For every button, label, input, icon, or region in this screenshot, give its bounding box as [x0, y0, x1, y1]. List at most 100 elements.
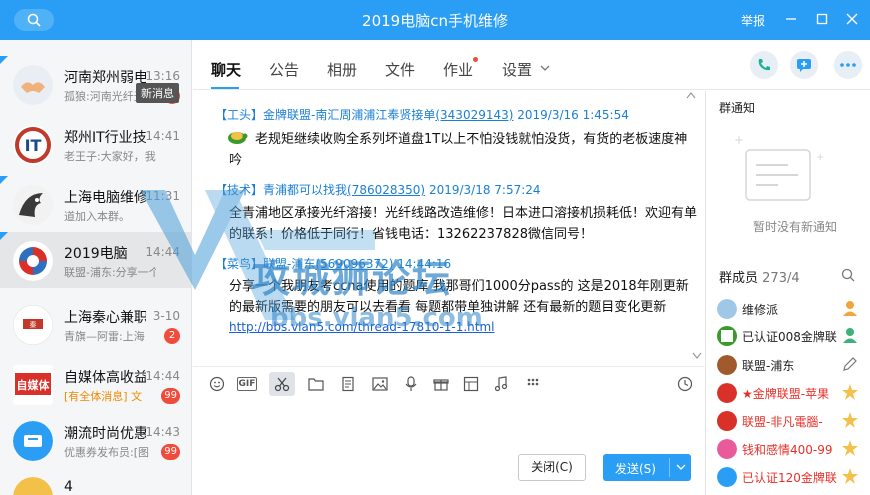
voice-call-button[interactable] [750, 51, 778, 79]
avatar [717, 411, 737, 431]
avatar [717, 299, 737, 319]
chat-plus-icon [797, 59, 811, 72]
member-item[interactable]: 维修派 [715, 297, 865, 321]
title-bar: 2019电脑cn手机维修 举报 [0, 0, 870, 40]
conversation-name: 自媒体高收益 [64, 370, 146, 385]
gif-button[interactable]: GIF [237, 377, 257, 391]
tab-announcement[interactable]: 公告 [269, 59, 299, 80]
message-sender[interactable]: 青浦都可以找我 [263, 183, 347, 197]
conversation-item[interactable]: IT 郑州IT行业技 14:41 老王子:大家好，我是 [0, 116, 192, 172]
search-icon[interactable] [841, 268, 855, 282]
microphone-icon [405, 376, 417, 391]
conversation-item-active[interactable]: 2019电脑 14:44 联盟-浦东:分享一个 [0, 232, 192, 288]
grid-icon [463, 376, 479, 392]
conversation-item[interactable]: 自媒体 自媒体高收益 14:44 [有全体消息] 文 99 [0, 356, 192, 412]
music-note-icon [494, 376, 508, 392]
tab-homework[interactable]: 作业 [443, 59, 473, 80]
message-timestamp: 2019/3/18 7:57:24 [428, 183, 541, 197]
music-button[interactable] [491, 375, 511, 393]
avatar [717, 383, 737, 403]
message-header: 【技术】青浦都可以找我(786028350) 2019/3/18 7:57:24 [215, 181, 541, 198]
message-body: 全青浦地区承接光纤溶接！光纤线路改造维修！日本进口溶接机损耗低！欢迎有单的联系！… [229, 206, 698, 242]
conversation-name: 上海秦心兼职 [64, 310, 146, 325]
member-item[interactable]: 已认证120金牌联 [715, 465, 865, 489]
history-button[interactable] [675, 375, 695, 393]
conversation-time: 3-10 [152, 309, 180, 323]
admin-icon [843, 328, 857, 343]
chevron-down-icon[interactable] [540, 65, 550, 73]
member-name: 联盟-浦东 [742, 359, 795, 373]
unread-badge: 99 [161, 388, 180, 404]
image-icon [372, 377, 388, 391]
image-button[interactable] [370, 375, 390, 393]
scroll-up-icon[interactable] [686, 91, 696, 99]
close-window-button[interactable] [842, 8, 862, 30]
member-name: 维修派 [742, 303, 779, 317]
file-button[interactable] [306, 375, 326, 393]
tab-settings[interactable]: 设置 [502, 59, 532, 80]
star-icon [842, 412, 858, 428]
avatar [13, 241, 53, 281]
avatar [13, 477, 53, 495]
member-item[interactable]: ★金牌联盟-苹果 [715, 381, 865, 405]
poll-button[interactable] [461, 375, 481, 393]
more-tools-button[interactable] [523, 375, 543, 393]
doc-button[interactable] [338, 375, 358, 393]
conversation-time: 14:41 [145, 129, 180, 143]
member-item[interactable]: 联盟-浦东 [715, 353, 865, 377]
avatar: 秦 [13, 305, 53, 345]
conversation-list: 河南郑州弱电 13:16 孤狼:河南光纤光 4 IT 郑州IT行业技 14:41… [0, 40, 192, 495]
tab-chat[interactable]: 聊天 [211, 59, 241, 80]
member-rank-tag: 【技术】 [215, 183, 264, 197]
close-chat-button[interactable]: 关闭(C) [518, 454, 586, 481]
send-button-label: 发送(S) [615, 462, 656, 476]
gift-button[interactable] [431, 375, 451, 393]
avatar [717, 467, 737, 487]
member-item[interactable]: 联盟-非凡電腦- [715, 409, 865, 433]
maximize-icon [816, 13, 828, 25]
conversation-time: 14:44 [145, 245, 180, 259]
emoji-button[interactable] [207, 375, 227, 393]
notice-empty-text: 暂时没有新通知 [752, 220, 837, 234]
message-sender[interactable]: 金牌联盟-南汇周浦浦江奉贤接单 [263, 108, 435, 122]
conversation-item[interactable]: 上海电脑维修 11:31 道加入本群。 [0, 176, 192, 232]
star-icon [842, 384, 858, 400]
conversation-item[interactable]: 4 [0, 468, 192, 495]
sender-qq[interactable]: (343029143) [435, 108, 513, 122]
conversation-item[interactable]: 秦 上海秦心兼职 3-10 青旗—阿雷:上海 2 [0, 296, 192, 352]
voice-button[interactable] [401, 375, 421, 393]
conversation-time: 14:43 [145, 425, 180, 439]
unread-badge: 2 [164, 328, 180, 344]
member-item[interactable]: 钱和感情400-99 [715, 437, 865, 461]
maximize-button[interactable] [812, 8, 832, 30]
scroll-down-icon[interactable] [692, 352, 702, 360]
grid-dots-icon [527, 378, 539, 386]
watermark-text: 攻城狮论坛 [252, 257, 453, 301]
conversation-item[interactable]: 潮流时尚优惠 14:43 优惠券发布员:[图 99 [0, 412, 192, 468]
corner-marker [0, 176, 8, 184]
avatar [13, 421, 53, 461]
report-button[interactable]: 举报 [741, 12, 765, 29]
send-button[interactable]: 发送(S) [603, 454, 691, 481]
tab-album[interactable]: 相册 [327, 59, 357, 80]
member-name: 联盟-非凡電腦- [742, 415, 823, 429]
screenshot-button[interactable] [269, 372, 295, 396]
member-item[interactable]: 已认证008金牌联 [715, 324, 865, 348]
conversation-name: 河南郑州弱电 [64, 70, 146, 85]
tab-files[interactable]: 文件 [385, 59, 415, 80]
sender-qq[interactable]: (786028350) [347, 183, 425, 197]
avatar [717, 326, 737, 346]
add-app-button[interactable] [790, 51, 818, 79]
svg-text:秦: 秦 [30, 320, 37, 329]
conversation-name: 上海电脑维修 [64, 190, 146, 205]
send-options-button[interactable] [673, 457, 689, 477]
member-rank-tag: 【工头】 [215, 108, 264, 122]
more-options-button[interactable] [834, 51, 862, 79]
empty-notice-illustration: + + [734, 133, 824, 201]
minimize-button[interactable] [781, 8, 801, 30]
window-title: 2019电脑cn手机维修 [362, 12, 508, 30]
corner-marker [0, 232, 8, 240]
member-list-title: 群成员 273/4 [719, 267, 800, 286]
edit-icon[interactable] [841, 355, 859, 373]
member-name: 钱和感情400-99 [742, 443, 833, 457]
